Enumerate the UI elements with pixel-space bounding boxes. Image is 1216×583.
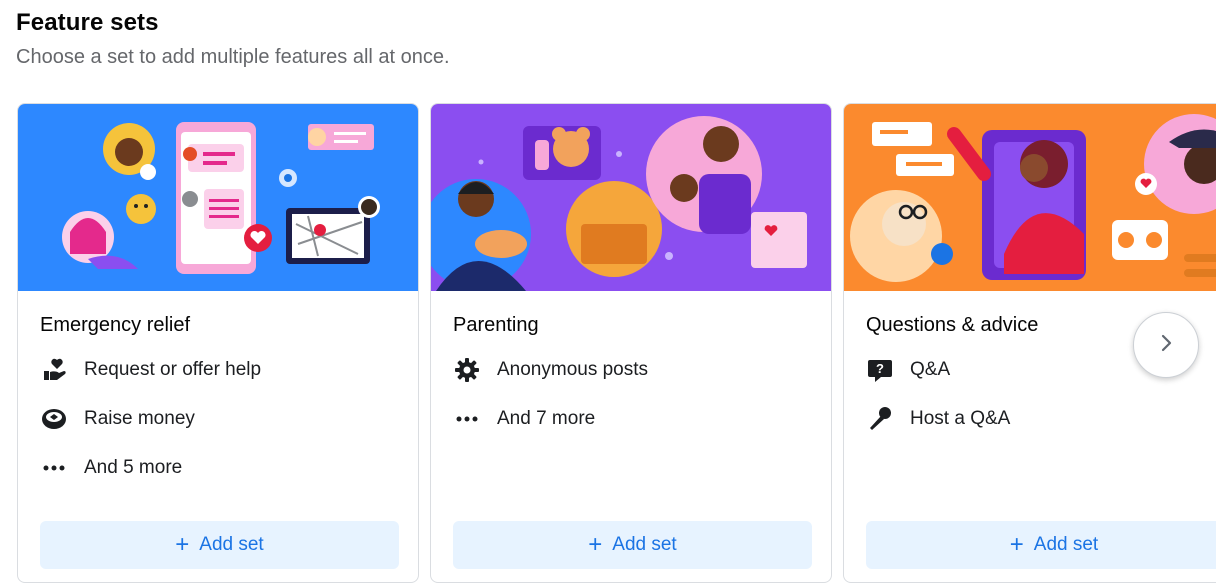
add-set-button[interactable]: + Add set	[453, 521, 812, 569]
coin-icon	[40, 405, 68, 433]
chevron-right-icon	[1156, 333, 1176, 358]
parenting-illustration	[431, 104, 831, 291]
plus-icon: +	[1009, 531, 1024, 558]
feature-item: And 7 more	[453, 404, 595, 434]
feature-label: Q&A	[910, 359, 951, 380]
feature-item: Request or offer help	[40, 355, 261, 385]
add-set-label: Add set	[1033, 534, 1099, 555]
feature-item: Raise money	[40, 404, 195, 434]
more-dots-icon	[40, 454, 68, 482]
feature-label: And 5 more	[84, 457, 183, 478]
emergency-relief-illustration	[18, 104, 418, 291]
page-title: Feature sets	[16, 9, 159, 36]
svg-text:?: ?	[876, 361, 884, 376]
plus-icon: +	[588, 531, 603, 558]
next-button[interactable]	[1133, 312, 1199, 378]
feature-label: And 7 more	[497, 408, 596, 429]
card-title: Questions & advice	[866, 314, 1039, 336]
card-title: Emergency relief	[40, 314, 191, 336]
card-title: Parenting	[453, 314, 539, 336]
page-subtitle: Choose a set to add multiple features al…	[16, 46, 450, 68]
add-set-button[interactable]: + Add set	[40, 521, 399, 569]
heart-hand-icon	[40, 356, 68, 384]
plus-icon: +	[175, 531, 190, 558]
microphone-icon	[866, 405, 894, 433]
question-bubble-icon: ?	[866, 356, 894, 384]
add-set-label: Add set	[199, 534, 264, 555]
feature-item: Anonymous posts	[453, 355, 648, 385]
feature-label: Host a Q&A	[910, 408, 1011, 429]
feature-item: And 5 more	[40, 453, 182, 483]
feature-label: Anonymous posts	[497, 359, 649, 380]
feature-item: Host a Q&A	[866, 404, 1010, 434]
questions-advice-illustration	[844, 104, 1216, 291]
gear-icon	[453, 356, 481, 384]
feature-set-card-emergency-relief[interactable]: Emergency relief Request or offer help R…	[17, 103, 419, 583]
more-dots-icon	[453, 405, 481, 433]
feature-label: Request or offer help	[84, 359, 262, 380]
feature-item: ? Q&A	[866, 355, 950, 385]
feature-label: Raise money	[84, 408, 195, 429]
add-set-label: Add set	[612, 534, 677, 555]
feature-set-card-parenting[interactable]: Parenting Anonymous posts And 7 more + A…	[430, 103, 832, 583]
add-set-button[interactable]: + Add set	[866, 521, 1216, 569]
